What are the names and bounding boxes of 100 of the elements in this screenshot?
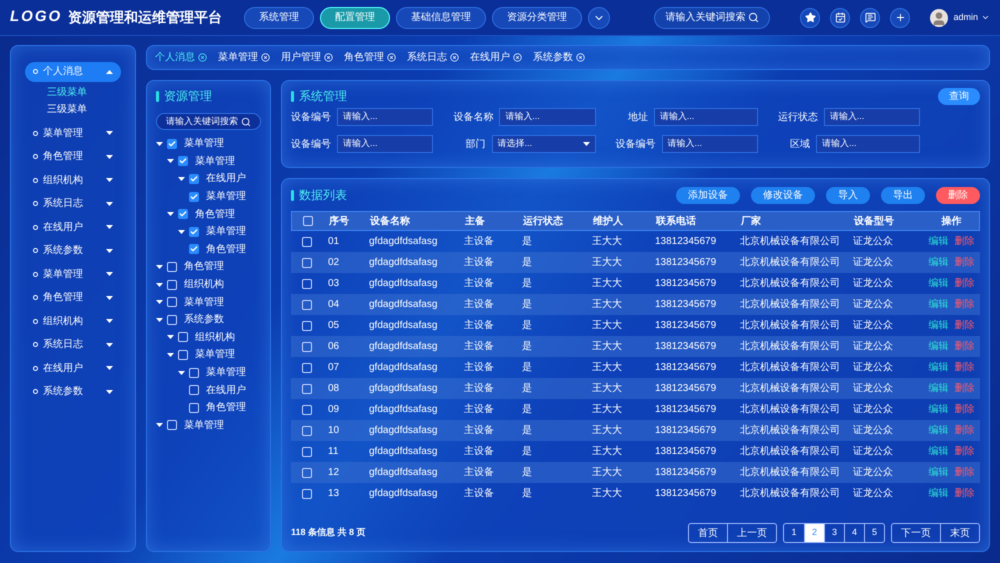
sidebar-item[interactable]: 角色管理 — [25, 288, 121, 308]
last-page-button[interactable]: 末页 — [941, 524, 979, 542]
table-cell-text: 13812345679 — [655, 424, 718, 438]
action-button[interactable]: 导入 — [826, 186, 870, 204]
edit-link[interactable]: 编辑 — [928, 318, 948, 333]
edit-link[interactable]: 编辑 — [928, 339, 948, 354]
tab[interactable]: 系统日志 — [407, 50, 459, 65]
sidebar-item[interactable]: 个人消息 — [25, 62, 121, 82]
tree-label[interactable]: 角色管理 — [206, 242, 246, 257]
close-icon — [261, 53, 270, 62]
search-field[interactable]: 请输入关键词搜索 — [156, 113, 261, 130]
action-button[interactable]: 添加设备 — [676, 186, 740, 204]
submenu-item[interactable]: 三级菜单 — [47, 84, 121, 100]
edit-link[interactable]: 编辑 — [928, 465, 948, 480]
tab[interactable]: 在线用户 — [470, 50, 522, 65]
caret-icon — [167, 352, 174, 357]
sidebar-item[interactable]: 组织机构 — [25, 170, 121, 190]
edit-link[interactable]: 编辑 — [928, 297, 948, 312]
sidebar-item[interactable]: 系统日志 — [25, 194, 121, 214]
table-cell-text: 北京机械设备有限公司 — [740, 444, 841, 459]
action-button[interactable]: 导出 — [881, 186, 925, 204]
tree-label[interactable]: 菜单管理 — [184, 418, 224, 433]
tree-label[interactable]: 组织机构 — [184, 277, 224, 292]
tree-label[interactable]: 菜单管理 — [206, 189, 246, 204]
table-cell-text: gfdagdfdsafasg — [369, 403, 438, 417]
checkbox[interactable] — [189, 226, 199, 237]
tree-label[interactable]: 角色管理 — [195, 206, 235, 222]
sidebar-item[interactable]: 在线用户 — [25, 218, 121, 237]
sidebar-item[interactable]: 菜单管理 — [25, 124, 121, 143]
edit-link[interactable]: 编辑 — [928, 276, 948, 291]
table-cell-text: 是 — [522, 235, 533, 249]
select-field[interactable]: 请选择... — [492, 135, 596, 153]
edit-link[interactable]: 编辑 — [928, 486, 948, 501]
message-icon[interactable] — [860, 8, 880, 28]
caret-icon — [582, 142, 590, 146]
user-name[interactable]: admin — [953, 10, 978, 24]
tree-label[interactable]: 组织机构 — [195, 330, 235, 345]
prev-page-button[interactable]: 上一页 — [728, 524, 776, 542]
tab[interactable]: 菜单管理 — [218, 50, 270, 65]
nav-tab[interactable]: 基础信息管理 — [396, 6, 486, 28]
checkbox[interactable] — [178, 209, 188, 220]
edit-link[interactable]: 编辑 — [928, 423, 948, 438]
table-cell-text: 05 — [328, 319, 340, 333]
tree-label[interactable]: 在线用户 — [206, 382, 246, 398]
tree-label[interactable]: 菜单管理 — [195, 154, 235, 169]
plus-icon[interactable] — [890, 8, 910, 28]
page-button[interactable]: 3 — [824, 524, 844, 542]
edit-link[interactable]: 编辑 — [928, 402, 948, 417]
sidebar-item[interactable]: 系统参数 — [25, 382, 121, 402]
tree-label[interactable]: 菜单管理 — [206, 224, 246, 240]
edit-link[interactable]: 编辑 — [928, 381, 948, 396]
action-button[interactable]: 修改设备 — [751, 186, 815, 204]
tree-label[interactable]: 菜单管理 — [206, 365, 246, 380]
column-header: 主备 — [465, 214, 486, 228]
input-field[interactable]: 请输入... — [824, 108, 920, 126]
nav-tab[interactable]: 资源分类管理 — [492, 6, 582, 28]
page-button[interactable]: 1 — [784, 524, 804, 542]
checkbox[interactable] — [178, 156, 188, 166]
sidebar-item[interactable]: 系统日志 — [25, 335, 121, 354]
edit-link[interactable]: 编辑 — [928, 360, 948, 375]
sidebar-item[interactable]: 系统参数 — [25, 241, 121, 260]
page-button[interactable]: 4 — [844, 524, 864, 542]
sidebar-item[interactable]: 在线用户 — [25, 358, 121, 378]
sidebar-item[interactable]: 组织机构 — [25, 312, 121, 331]
tab[interactable]: 个人消息 — [155, 50, 207, 65]
sidebar-item[interactable]: 角色管理 — [25, 147, 121, 166]
avatar[interactable] — [930, 8, 948, 26]
search-field[interactable]: 请输入关键词搜索 — [654, 6, 770, 28]
tab[interactable]: 用户管理 — [281, 50, 333, 65]
input-field[interactable]: 请输入... — [499, 108, 596, 126]
checkbox[interactable] — [189, 174, 199, 184]
edit-link[interactable]: 编辑 — [928, 444, 948, 459]
table-cell-text: 证龙公众 — [853, 382, 894, 396]
page-button[interactable]: 5 — [864, 524, 884, 542]
nav-tab[interactable]: 系统管理 — [244, 6, 314, 28]
calendar-check-icon[interactable] — [830, 8, 850, 28]
edit-link[interactable]: 编辑 — [928, 234, 948, 249]
input-field[interactable]: 请输入... — [662, 135, 758, 153]
checkbox[interactable] — [189, 192, 199, 202]
next-page-button[interactable]: 下一页 — [892, 524, 941, 542]
tree-label[interactable]: 菜单管理 — [184, 136, 224, 152]
checkbox[interactable] — [167, 138, 177, 149]
tab[interactable]: 角色管理 — [344, 50, 396, 65]
tree-label[interactable]: 菜单管理 — [195, 347, 235, 362]
tree-label[interactable]: 角色管理 — [206, 400, 246, 416]
checkbox[interactable] — [189, 244, 199, 254]
submenu-item[interactable]: 三级菜单 — [47, 100, 121, 118]
more-button[interactable] — [588, 6, 610, 28]
edit-link[interactable]: 编辑 — [928, 255, 948, 270]
input-field[interactable]: 请输入... — [337, 135, 434, 153]
input-field[interactable]: 请输入... — [816, 135, 920, 153]
tree-label[interactable]: 在线用户 — [206, 171, 246, 186]
input-field[interactable]: 请输入... — [337, 108, 434, 126]
tree-label[interactable]: 系统参数 — [184, 312, 224, 328]
first-page-button[interactable]: 首页 — [689, 524, 728, 542]
input-field[interactable]: 请输入... — [654, 108, 758, 126]
tree-label[interactable]: 菜单管理 — [184, 294, 224, 310]
tab[interactable]: 系统参数 — [533, 50, 585, 65]
sidebar-item[interactable]: 菜单管理 — [25, 264, 121, 284]
tree-label[interactable]: 角色管理 — [184, 259, 224, 274]
